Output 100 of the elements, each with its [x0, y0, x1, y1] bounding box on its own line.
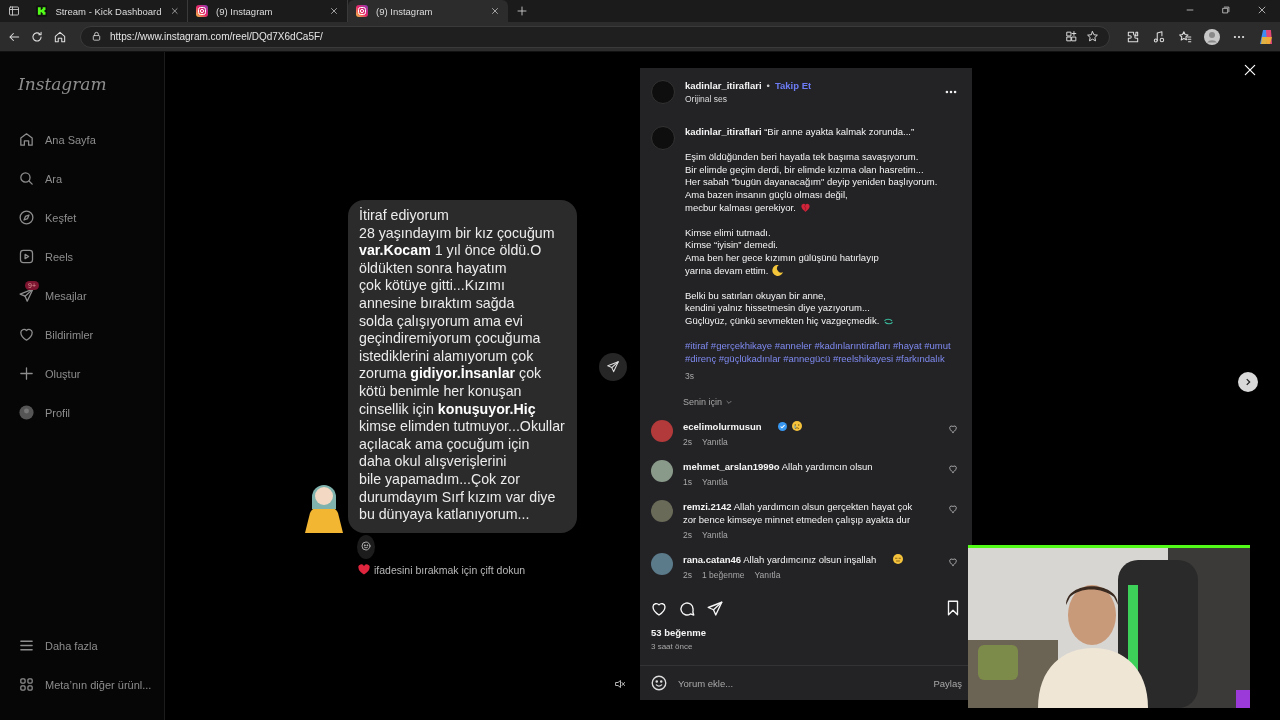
commenter-avatar[interactable] — [651, 419, 673, 442]
caption-line: Kimse elimi tutmadı. — [685, 226, 771, 240]
camera-logo-icon — [196, 5, 208, 17]
nav-link[interactable]: Reels — [45, 250, 74, 263]
caption-line: Güçlüyüz, çünkü sevmekten hiç vazgeçmedik. — [685, 314, 880, 328]
home-icon[interactable] — [18, 131, 35, 148]
nav-link[interactable]: Profil — [45, 406, 71, 419]
nav-link[interactable]: Oluştur — [45, 367, 81, 380]
reply-link[interactable]: Yanıtla — [702, 529, 728, 540]
nav-link[interactable]: Mesajlar — [45, 289, 87, 302]
commenter-avatar[interactable] — [651, 552, 673, 575]
puzzle-icon[interactable] — [1126, 29, 1140, 44]
message-bubble: İtiraf ediyorum 28 yaşındayım bir kız çocuğum var.Kocam 1 yıl önce öldü.O öldükten sonra hayatım çok kötüye gitti...Kızımı annesine bıraktım sağda solda çalışıyorum ama evi geçindiremiyorum çocuğuma istediklerini alamıyorum çok zoruma gidiyor.İnsanlar çok kötü benimle her konuşan cinsellik için konuşuyor.Hiç kimse elimden tutmuyor...Okullar açılacak ama çocuğum için daha okul alışverişlerini bile yapamadım...Çok zor durumdayım Sırf kızım var diye bu dünyaya katlanıyorum... — [348, 200, 577, 533]
caption-line: Ama bazen insanın güçlü olması değil, — [685, 188, 848, 202]
caption-line: mecbur kalması gerekiyor. — [685, 201, 796, 215]
apps-icon[interactable] — [18, 676, 35, 693]
lock-icon — [91, 31, 102, 42]
sort-dropdown[interactable]: Senin için — [683, 396, 723, 407]
copilot-icon[interactable] — [1258, 28, 1274, 45]
comment-text: rana.catan46 Allah yardımcınız olsun inşallah — [683, 552, 878, 566]
comment-likes[interactable]: 1 beğenme — [702, 569, 745, 580]
nav-link[interactable]: Meta’nın diğer ürünl... — [45, 678, 152, 691]
caption-line: Belki bu satırları okuyan bir anne, — [685, 289, 826, 303]
commenter-avatar[interactable] — [651, 499, 673, 522]
profile-avatar-icon[interactable] — [18, 404, 35, 421]
share-button[interactable] — [599, 353, 627, 381]
star-icon[interactable] — [1086, 30, 1099, 43]
new-tab-icon[interactable] — [516, 5, 528, 17]
comment-icon[interactable] — [678, 600, 696, 618]
username-link[interactable]: kadinlar_itiraflari — [685, 126, 762, 137]
instagram-logo[interactable]: Instagram — [18, 74, 107, 94]
comment-time: 1s — [683, 476, 692, 487]
add-app-icon[interactable] — [1065, 30, 1078, 43]
caption-line: Kimse “iyisin” demedi. — [685, 239, 778, 252]
close-icon[interactable] — [1257, 5, 1267, 15]
reply-link[interactable]: Yanıtla — [702, 476, 728, 487]
nav-link[interactable]: Ana Sayfa — [45, 133, 96, 146]
profile-avatar-icon[interactable] — [1204, 28, 1220, 45]
reply-link[interactable]: Yanıtla — [754, 569, 781, 580]
broken-heart-icon — [799, 202, 811, 214]
like-count[interactable]: 53 beğenme — [651, 627, 706, 638]
caption-line: Eşim öldüğünden beri hayatla tek başıma savaşıyorum. — [685, 151, 919, 164]
comment-time: 2s — [683, 436, 692, 447]
close-icon[interactable] — [329, 6, 339, 16]
comment-time: 2s — [683, 569, 692, 580]
add-reaction-icon[interactable] — [360, 539, 372, 552]
browser-tab[interactable]: (9) Instagram — [348, 0, 508, 22]
post-time: 3s — [685, 370, 695, 383]
home-icon[interactable] — [52, 29, 67, 44]
share-link[interactable]: Paylaş — [933, 677, 962, 689]
tab-actions-icon[interactable] — [8, 5, 20, 17]
nav-link[interactable]: Daha fazla — [45, 639, 98, 652]
emoji-icon[interactable] — [650, 674, 668, 692]
caption-line: yarına devam ettim. — [685, 264, 769, 278]
hashtag-links[interactable]: #itiraf #gerçekhikaye #anneler #kadınlarıntirafları #hayat #umut #direnç #güçlükadınlar #annegücü #reelshikayesi #farkındalık — [685, 340, 958, 366]
post-date: 3 saat önce — [651, 642, 693, 651]
heart-icon — [358, 564, 370, 576]
caption-line: Ama ben her gece kızımın gülüşünü hatırlayıp — [685, 251, 879, 265]
sad-face-icon — [790, 419, 803, 432]
username-link[interactable]: kadinlar_itiraflari — [685, 80, 762, 91]
caption-title: “Bir anne ayakta kalmak zorunda...” — [764, 126, 915, 137]
paper-plane-icon[interactable] — [706, 600, 724, 618]
comment-text: mehmet_arslan1999o Allah yardımcın olsun — [683, 459, 874, 473]
camera-logo-icon — [356, 5, 368, 17]
pensive-face-icon — [892, 552, 905, 565]
restore-icon[interactable] — [1221, 5, 1231, 15]
comment-time: 2s — [683, 529, 692, 540]
comment-text: remzi.2142 Allah yardımcın olsun gerçekten hayat çok zor bence kimseye minnet etmeden çalışıp ayakta dur — [683, 499, 914, 526]
paper-plane-icon — [606, 360, 620, 374]
reels-icon[interactable] — [18, 248, 35, 265]
audio-label[interactable]: Orijinal ses — [685, 94, 944, 104]
kick-logo-icon — [36, 5, 48, 17]
nav-link[interactable]: Bildirimler — [45, 328, 94, 341]
caption-line: Her sabah "bugün dayanacağım" deyip yeniden başlıyorum. — [685, 176, 938, 189]
caption-line: kendini yalnız hissetmesin diye yazıyorum... — [685, 302, 870, 315]
heart-icon[interactable] — [18, 326, 35, 343]
address-bar[interactable]: https://www.instagram.com/reel/DQd7X6dCa5F/ — [80, 25, 1110, 48]
caption-line: Bir elimde geçim derdi, bir elimde kızıma olan hasretim... — [685, 163, 924, 177]
compass-icon[interactable] — [18, 209, 35, 226]
next-button[interactable] — [1238, 372, 1258, 392]
like-heart-icon[interactable] — [650, 600, 668, 618]
paper-plane-icon[interactable] — [18, 287, 35, 304]
refresh-icon[interactable] — [30, 29, 44, 44]
moon-icon — [772, 265, 784, 277]
separator-dot: • — [766, 80, 770, 91]
follow-link[interactable]: Takip Et — [774, 80, 812, 91]
search-icon[interactable] — [18, 170, 35, 187]
plus-icon[interactable] — [18, 365, 35, 382]
comment-field[interactable]: Yorum ekle... — [676, 676, 926, 690]
muted-speaker-icon[interactable] — [614, 678, 626, 690]
music-note-icon[interactable] — [1152, 29, 1166, 44]
nav-link[interactable]: Keşfet — [45, 211, 77, 224]
chevron-right-icon[interactable] — [1243, 377, 1253, 387]
double-tap-hint: ifadesini bırakmak için çift dokun — [374, 563, 526, 576]
reply-link[interactable]: Yanıtla — [702, 436, 728, 447]
commenter-avatar[interactable] — [651, 459, 673, 482]
comment-text: ecelimolurmusun — [683, 419, 763, 433]
nav-link[interactable]: Ara — [45, 172, 63, 185]
close-icon[interactable] — [1242, 62, 1258, 78]
favorites-icon[interactable] — [1178, 29, 1192, 44]
